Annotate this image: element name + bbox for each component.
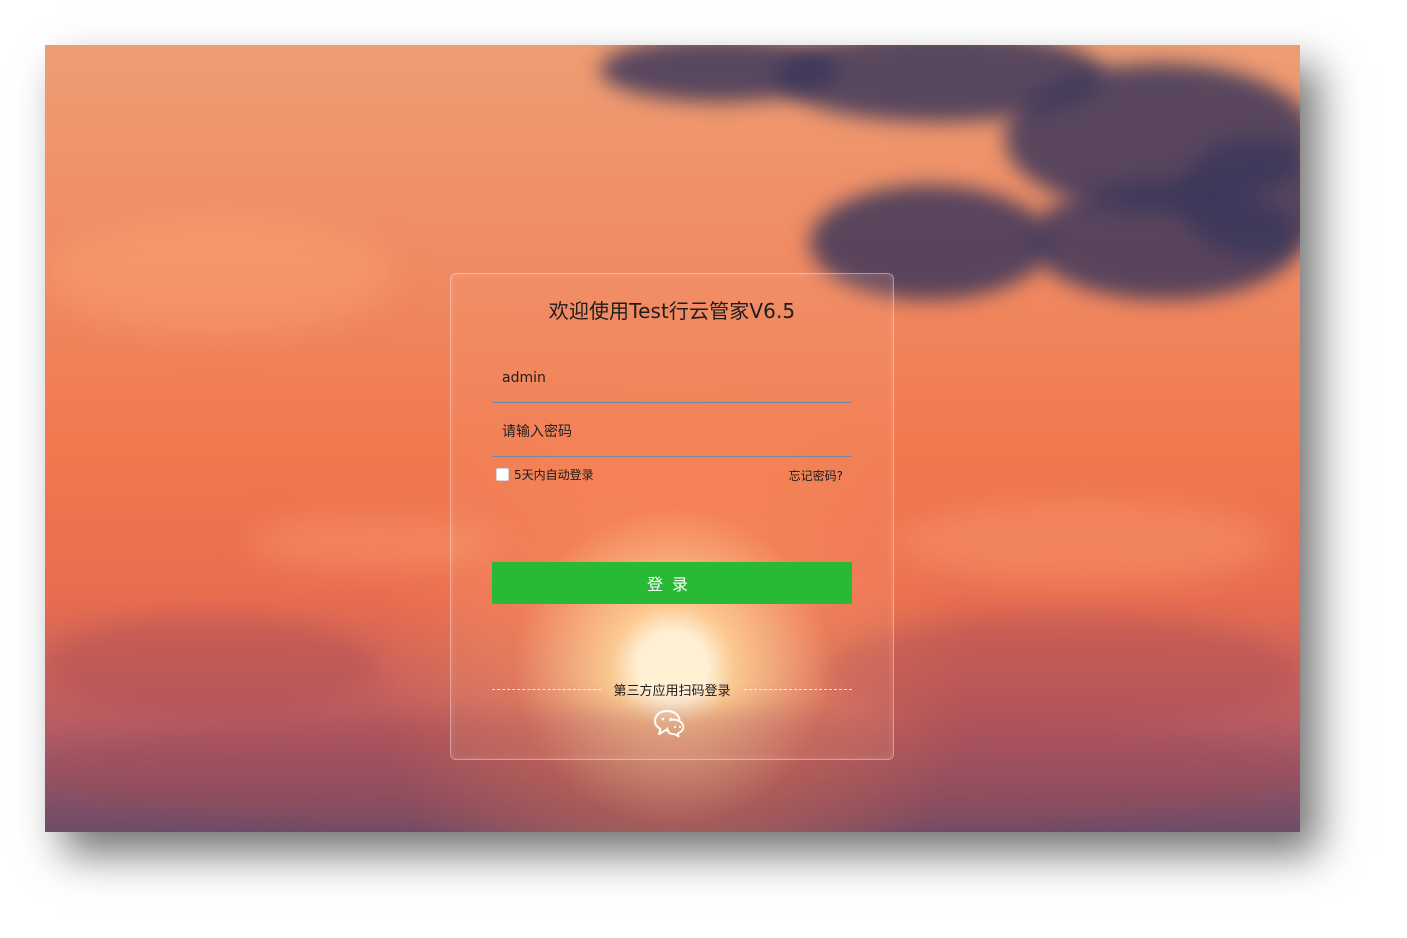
login-title: 欢迎使用Test行云管家V6.5 xyxy=(548,299,796,323)
remember-login-option[interactable]: 5天内自动登录 xyxy=(496,465,594,483)
wechat-icon[interactable] xyxy=(653,707,689,739)
remember-checkbox[interactable] xyxy=(496,467,509,481)
low-cloud xyxy=(45,615,375,715)
username-input[interactable] xyxy=(492,354,852,402)
sky-haze xyxy=(45,215,395,335)
login-button[interactable]: 登录 xyxy=(492,562,852,604)
login-card: 欢迎使用Test行云管家V6.5 5天内自动登录 忘记密码? 登录 第三方应用扫… xyxy=(450,273,894,760)
password-input[interactable] xyxy=(492,408,852,456)
left-dashed-divider xyxy=(492,688,601,690)
forgot-password-link[interactable]: 忘记密码? xyxy=(789,467,843,484)
sky-haze xyxy=(895,500,1275,585)
right-dashed-divider xyxy=(743,688,853,690)
third-party-login-divider: 第三方应用扫码登录 xyxy=(492,679,853,699)
username-field xyxy=(492,354,852,403)
login-page-background: 欢迎使用Test行云管家V6.5 5天内自动登录 忘记密码? 登录 第三方应用扫… xyxy=(45,45,1300,832)
low-cloud xyxy=(825,615,1300,730)
remember-label: 5天内自动登录 xyxy=(514,467,594,482)
third-party-login-label: 第三方应用扫码登录 xyxy=(613,683,731,699)
password-field xyxy=(492,408,852,457)
